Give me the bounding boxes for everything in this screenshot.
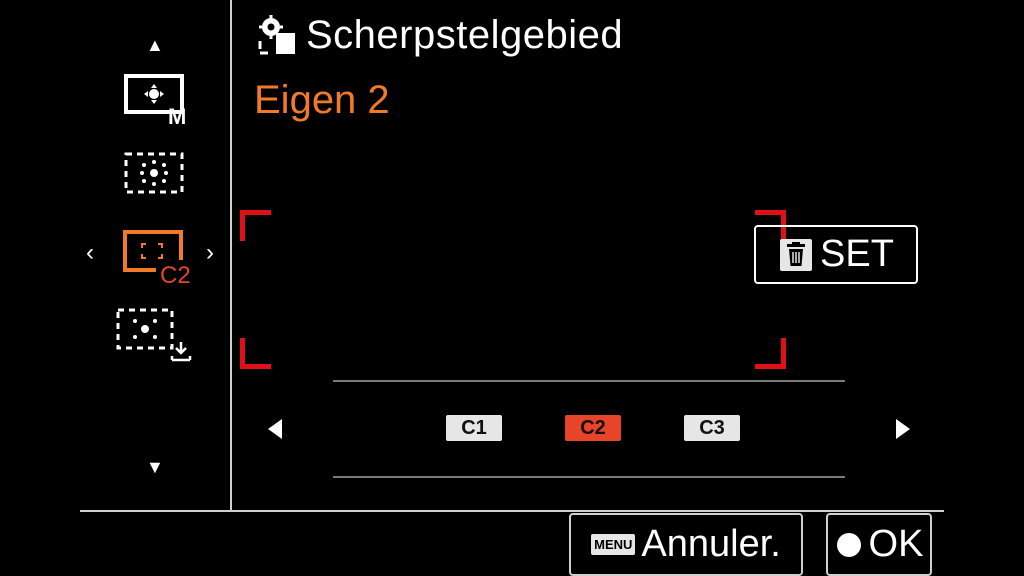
sidebar-badge-c2: C2 bbox=[160, 262, 191, 286]
set-label: SET bbox=[820, 233, 894, 275]
slot-next-arrow-icon[interactable] bbox=[896, 419, 910, 439]
sidebar-right-arrow-icon[interactable]: › bbox=[206, 241, 214, 265]
sidebar-item-register-area[interactable] bbox=[114, 306, 198, 366]
page-subtitle: Eigen 2 bbox=[254, 78, 390, 122]
selector-top-line bbox=[333, 380, 845, 382]
slot-c1[interactable]: C1 bbox=[446, 415, 502, 441]
sidebar-divider bbox=[230, 0, 232, 512]
delete-set-button[interactable]: SET bbox=[754, 225, 918, 284]
page-title: Scherpstelgebied bbox=[306, 12, 624, 57]
ok-button[interactable]: OK bbox=[826, 513, 932, 576]
cancel-button[interactable]: MENU Annuler. bbox=[569, 513, 803, 576]
scroll-down-arrow-icon[interactable]: ▼ bbox=[146, 458, 164, 476]
cancel-label: Annuler. bbox=[641, 523, 781, 565]
scroll-up-arrow-icon[interactable]: ▲ bbox=[146, 36, 164, 54]
ok-label: OK bbox=[868, 523, 924, 565]
sidebar-badge-m: M bbox=[168, 104, 186, 128]
ok-dot-icon bbox=[836, 532, 861, 557]
focus-frame-corner-tl bbox=[240, 210, 271, 241]
page-header: Scherpstelgebied bbox=[258, 12, 623, 58]
menu-key-icon: MENU bbox=[591, 534, 636, 555]
selector-bottom-line bbox=[333, 476, 845, 478]
focus-frame-corner-br bbox=[755, 338, 786, 369]
sidebar-item-custom-selected[interactable]: C2 bbox=[118, 228, 200, 286]
sidebar-item-flexible-spot-m[interactable]: M bbox=[120, 72, 192, 128]
footer-divider bbox=[80, 510, 944, 512]
slot-c2[interactable]: C2 bbox=[565, 415, 621, 441]
trash-icon bbox=[780, 238, 813, 271]
slot-c3[interactable]: C3 bbox=[684, 415, 740, 441]
focus-area-settings-icon bbox=[258, 15, 295, 55]
sidebar-item-expand-flexible-spot[interactable] bbox=[120, 150, 192, 198]
sidebar-left-arrow-icon[interactable]: ‹ bbox=[86, 241, 94, 265]
focus-frame-corner-bl bbox=[240, 338, 271, 369]
slot-prev-arrow-icon[interactable] bbox=[268, 419, 282, 439]
